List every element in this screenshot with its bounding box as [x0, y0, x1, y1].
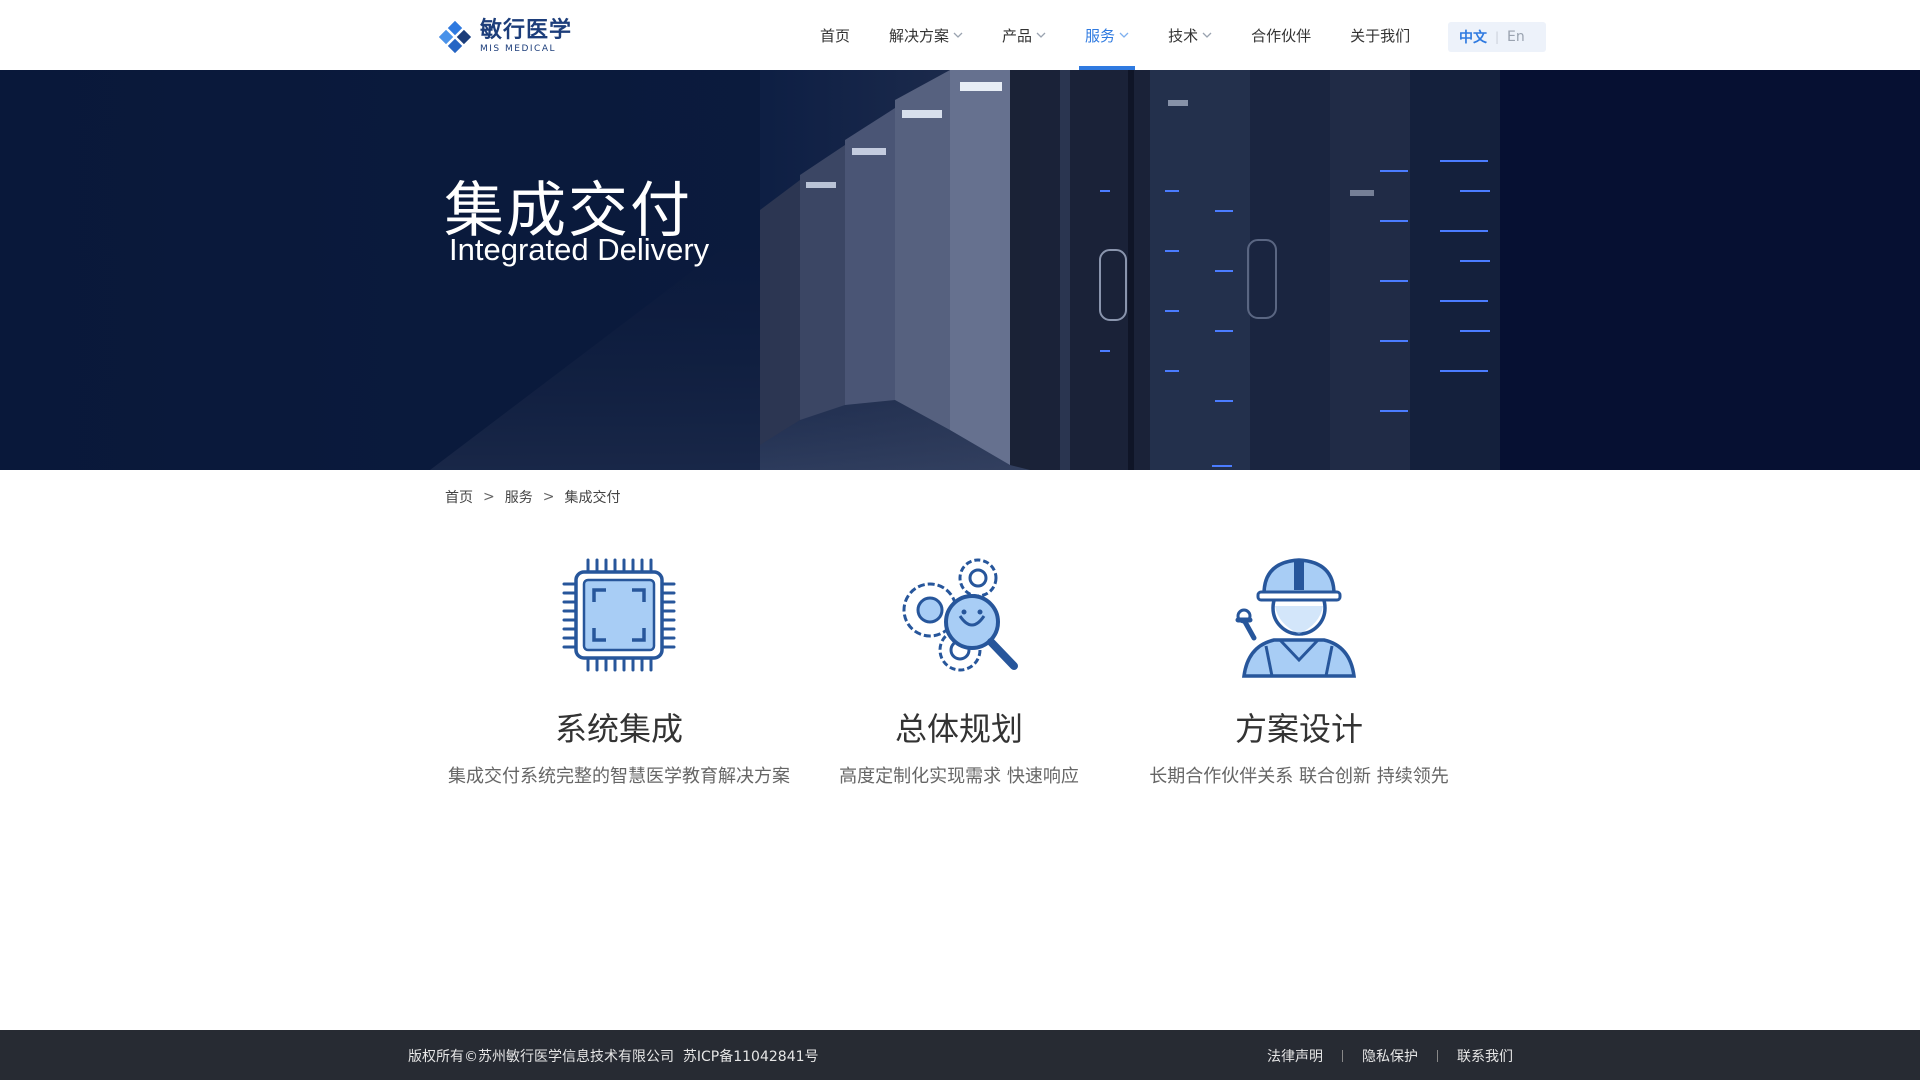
- footer-divider: [1437, 1050, 1438, 1062]
- chevron-down-icon: [1036, 32, 1046, 38]
- chevron-down-icon: [953, 32, 963, 38]
- lang-zh-option[interactable]: 中文: [1459, 27, 1487, 47]
- breadcrumb-separator: >: [542, 489, 555, 505]
- gears-magnifier-icon: [902, 558, 1018, 672]
- footer-link-contact[interactable]: 联系我们: [1457, 1046, 1513, 1066]
- service-title: 方案设计: [1234, 710, 1363, 748]
- copyright-text: 版权所有©苏州敏行医学信息技术有限公司 苏ICP备11042841号: [408, 1049, 819, 1065]
- lang-divider: |: [1495, 30, 1500, 44]
- nav-about-label: 关于我们: [1350, 26, 1411, 45]
- nav-technology-label: 技术: [1168, 26, 1199, 45]
- engineer-icon: [1235, 558, 1356, 678]
- breadcrumb-separator: >: [483, 489, 495, 505]
- nav-home-label: 首页: [820, 26, 851, 45]
- service-card-system-integration: 系统集成 集成交付系统完整的智慧医学教育解决方案: [439, 550, 799, 788]
- footer-divider: [1342, 1050, 1343, 1062]
- service-description: 集成交付系统完整的智慧医学教育解决方案: [448, 766, 790, 787]
- nav-solutions-label: 解决方案: [889, 26, 950, 45]
- nav-partners[interactable]: 合作伙伴: [1241, 0, 1321, 70]
- service-title: 总体规划: [894, 710, 1023, 748]
- server-room-image: [0, 70, 1920, 470]
- footer-links: 法律声明 隐私保护 联系我们: [1267, 1046, 1513, 1066]
- nav-services[interactable]: 服务: [1075, 0, 1139, 70]
- logo[interactable]: 敏行医学 MIS MEDICAL: [438, 20, 572, 54]
- chevron-down-icon: [1202, 32, 1212, 38]
- lang-en-option[interactable]: En: [1507, 29, 1525, 45]
- nav-solutions[interactable]: 解决方案: [879, 0, 973, 70]
- service-description: 长期合作伙伴关系 联合创新 持续领先: [1149, 766, 1449, 787]
- service-description: 高度定制化实现需求 快速响应: [839, 766, 1079, 787]
- chip-icon: [562, 558, 676, 672]
- logo-name-en: MIS MEDICAL: [480, 44, 556, 54]
- breadcrumb-current: 集成交付: [564, 490, 621, 506]
- nav-home[interactable]: 首页: [810, 0, 860, 70]
- logo-name-cn: 敏行医学: [480, 18, 573, 43]
- service-card-solution-design: 方案设计 长期合作伙伴关系 联合创新 持续领先: [1119, 550, 1479, 788]
- nav-services-label: 服务: [1085, 26, 1116, 45]
- nav-products[interactable]: 产品: [992, 0, 1056, 70]
- nav-products-label: 产品: [1002, 26, 1033, 45]
- banner-subtitle: Integrated Delivery: [449, 232, 710, 267]
- hero-banner: 集成交付 Integrated Delivery: [0, 70, 1920, 470]
- logo-mark-icon: [439, 21, 471, 53]
- nav-technology[interactable]: 技术: [1158, 0, 1222, 70]
- nav-about[interactable]: 关于我们: [1340, 0, 1420, 70]
- breadcrumb: 首页 > 服务 > 集成交付: [445, 487, 620, 507]
- breadcrumb-services-link[interactable]: 服务: [505, 487, 533, 507]
- nav-partners-label: 合作伙伴: [1251, 26, 1312, 45]
- footer-link-privacy[interactable]: 隐私保护: [1362, 1046, 1418, 1066]
- service-card-overall-planning: 总体规划 高度定制化实现需求 快速响应: [779, 550, 1139, 788]
- breadcrumb-home-link[interactable]: 首页: [445, 487, 473, 507]
- site-header: 敏行医学 MIS MEDICAL 首页 解决方案 产品 服务 技术 合作伙伴 关…: [0, 0, 1920, 70]
- service-title: 系统集成: [554, 710, 683, 748]
- language-switcher: 中文 | En: [1448, 22, 1546, 52]
- chevron-down-icon: [1119, 32, 1129, 38]
- main-nav: 首页 解决方案 产品 服务 技术 合作伙伴 关于我们: [810, 0, 1439, 70]
- footer-link-legal[interactable]: 法律声明: [1267, 1046, 1323, 1066]
- site-footer: 版权所有©苏州敏行医学信息技术有限公司 苏ICP备11042841号 法律声明 …: [0, 1030, 1920, 1080]
